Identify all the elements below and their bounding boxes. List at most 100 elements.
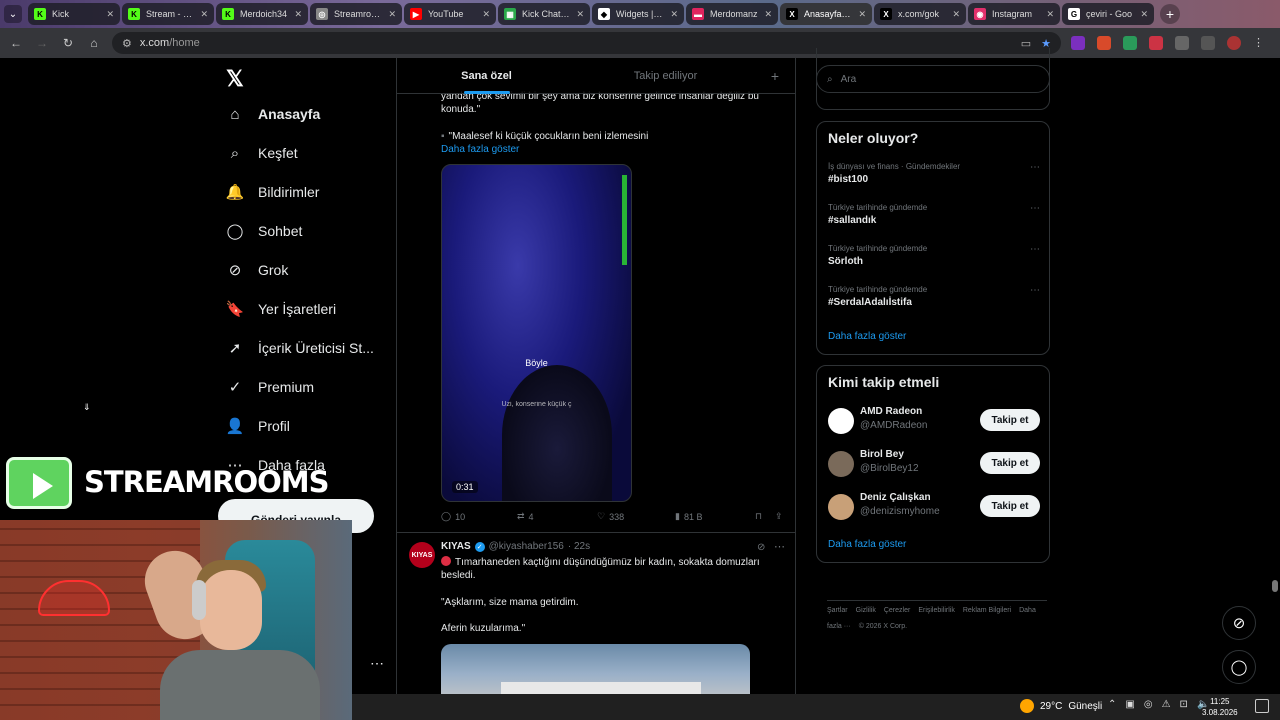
network-icon[interactable]: ⊡ — [1180, 699, 1188, 710]
browser-tab[interactable]: ◆ Widgets | Va ✕ — [592, 3, 684, 25]
nav-item-grok[interactable]: ⊘ Grok — [226, 261, 289, 279]
scrollbar-thumb[interactable] — [1272, 580, 1278, 592]
footer-link[interactable]: Gizlilik — [856, 607, 876, 614]
chevron-up-icon[interactable]: ⌃ — [1108, 699, 1116, 710]
browser-tab[interactable]: ◎ Streamrooms ✕ — [310, 3, 402, 25]
site-info-icon[interactable]: ⚙ — [122, 37, 132, 50]
suggested-user[interactable]: Deniz Çalışkan @denizismyhome Takip et — [828, 492, 1040, 522]
profile-avatar[interactable] — [1227, 36, 1241, 50]
who-show-more[interactable]: Daha fazla göster — [828, 539, 906, 550]
grok-icon[interactable]: ⊘ — [757, 542, 765, 553]
views-button[interactable]: ▮ 81 B — [675, 511, 755, 522]
tray-app-icon[interactable]: ◎ — [1144, 699, 1153, 710]
back-icon[interactable]: ← — [8, 36, 24, 50]
tab-for-you[interactable]: Sana özel — [397, 58, 576, 94]
footer-link[interactable]: Çerezler — [884, 607, 910, 614]
footer-link[interactable]: © 2026 X Corp. — [859, 623, 907, 630]
share-button[interactable]: ⇪ — [775, 511, 783, 522]
avatar[interactable] — [828, 451, 854, 477]
home-icon[interactable]: ⌂ — [86, 36, 102, 50]
browser-tab[interactable]: Gçeviri - Goo ✕ — [1062, 3, 1154, 25]
avatar[interactable] — [828, 408, 854, 434]
extension-icon[interactable] — [1149, 36, 1163, 50]
puzzle-icon[interactable] — [1175, 36, 1189, 50]
weather-widget[interactable]: 29°C Güneşli — [1020, 699, 1102, 713]
extension-icon[interactable] — [1071, 36, 1085, 50]
page-scrollbar[interactable] — [1271, 60, 1279, 680]
extension-icon[interactable] — [1097, 36, 1111, 50]
follow-button[interactable]: Takip et — [980, 452, 1040, 474]
close-icon[interactable]: ✕ — [294, 9, 302, 20]
repost-button[interactable]: ⇄ 4 — [517, 511, 597, 522]
extension-icon[interactable] — [1123, 36, 1137, 50]
nav-item-home[interactable]: ⌂ Anasayfa — [226, 105, 320, 123]
avatar[interactable] — [828, 494, 854, 520]
close-icon[interactable]: ✕ — [858, 9, 866, 20]
follow-button[interactable]: Takip et — [980, 495, 1040, 517]
like-button[interactable]: ♡ 338 — [597, 511, 675, 522]
browser-tab[interactable]: ▬ Merdomanz ✕ — [686, 3, 778, 25]
suggested-user[interactable]: Birol Bey @BirolBey12 Takip et — [828, 449, 1040, 479]
close-icon[interactable]: ✕ — [482, 9, 490, 20]
post-image[interactable] — [441, 644, 750, 694]
search-input[interactable]: ⌕ Ara — [816, 65, 1050, 93]
close-icon[interactable]: ✕ — [670, 9, 678, 20]
more-icon[interactable]: ⋯ — [1030, 244, 1040, 255]
close-icon[interactable]: ✕ — [1140, 9, 1148, 20]
nav-item-person[interactable]: 👤 Profil — [226, 417, 290, 435]
menu-kebab-icon[interactable]: ⋮ — [1253, 36, 1264, 50]
close-icon[interactable]: ✕ — [106, 9, 114, 20]
more-icon[interactable]: ⋯ — [1030, 162, 1040, 173]
forward-icon[interactable]: → — [34, 36, 50, 50]
tray-app-icon[interactable]: ▣ — [1125, 699, 1134, 710]
author-name[interactable]: KIYAS — [441, 541, 471, 552]
trend-item[interactable]: İş dünyası ve finans · Gündemdekiler #bis… — [828, 162, 1040, 185]
user-name[interactable]: Deniz Çalışkan — [860, 492, 931, 503]
messages-fab-icon[interactable]: ◯ — [1222, 650, 1256, 684]
browser-tab[interactable]: X Anasayfa / X ✕ — [780, 3, 872, 25]
notification-icon[interactable] — [1255, 699, 1269, 713]
tab-search-button[interactable]: ⌄ — [4, 5, 22, 23]
nav-item-chat[interactable]: ◯ Sohbet — [226, 222, 303, 240]
browser-tab[interactable]: K Merdoich34 ✕ — [216, 3, 308, 25]
nav-item-verified[interactable]: ✓ Premium — [226, 378, 314, 396]
close-icon[interactable]: ✕ — [576, 9, 584, 20]
footer-link[interactable]: Erişilebilirlik — [918, 607, 955, 614]
post-video[interactable]: Böyle Uzi, konserine küçük ç 0:31 — [441, 164, 632, 502]
clock[interactable]: 11:25 3.08.2026 — [1202, 696, 1238, 718]
nav-item-rocket[interactable]: ➚ İçerik Üreticisi St... — [226, 339, 374, 357]
add-feed-icon[interactable]: + — [755, 68, 795, 84]
suggested-user[interactable]: AMD Radeon @AMDRadeon Takip et — [828, 406, 1040, 436]
browser-tab[interactable]: ◉ Instagram ✕ — [968, 3, 1060, 25]
author-handle[interactable]: @kiyashaber156 — [489, 541, 564, 552]
nav-item-bell[interactable]: 🔔 Bildirimler — [226, 183, 320, 201]
x-logo-icon[interactable]: 𝕏 — [226, 66, 244, 92]
trend-item[interactable]: Türkiye tarihinde gündemde Sörloth ⋯ — [828, 244, 1040, 267]
more-icon[interactable]: ⋯ — [1030, 203, 1040, 214]
reload-icon[interactable]: ↻ — [60, 36, 76, 50]
show-more-link[interactable]: Daha fazla göster — [441, 143, 771, 156]
nav-item-bookmark[interactable]: 🔖 Yer İşaretleri — [226, 300, 336, 318]
reply-button[interactable]: ◯ 10 — [441, 511, 517, 522]
browser-tab[interactable]: K Kick ✕ — [28, 3, 120, 25]
close-icon[interactable]: ✕ — [200, 9, 208, 20]
bookmark-button[interactable]: ⊓ — [755, 511, 775, 522]
trend-item[interactable]: Türkiye tarihinde gündemde #sallandık ⋯ — [828, 203, 1040, 226]
new-tab-button[interactable]: + — [1160, 4, 1180, 24]
more-icon[interactable]: ⋯ — [370, 655, 384, 672]
tab-following[interactable]: Takip ediliyor — [576, 58, 755, 94]
browser-tab[interactable]: ▶ YouTube ✕ — [404, 3, 496, 25]
close-icon[interactable]: ✕ — [1046, 9, 1054, 20]
trends-show-more[interactable]: Daha fazla göster — [828, 331, 906, 342]
avatar[interactable]: KIYAS — [409, 542, 435, 568]
close-icon[interactable]: ✕ — [388, 9, 396, 20]
follow-button[interactable]: Takip et — [980, 409, 1040, 431]
close-icon[interactable]: ✕ — [764, 9, 772, 20]
browser-tab[interactable]: ▦ Kick Chat Se ✕ — [498, 3, 590, 25]
more-icon[interactable]: ⋯ — [774, 540, 785, 553]
user-name[interactable]: Birol Bey — [860, 449, 904, 460]
grok-fab-icon[interactable]: ⊘ — [1222, 606, 1256, 640]
post-time[interactable]: · 22s — [568, 541, 590, 552]
tray-app-icon[interactable]: ⚠ — [1162, 699, 1171, 710]
footer-link[interactable]: Şartlar — [827, 607, 848, 614]
